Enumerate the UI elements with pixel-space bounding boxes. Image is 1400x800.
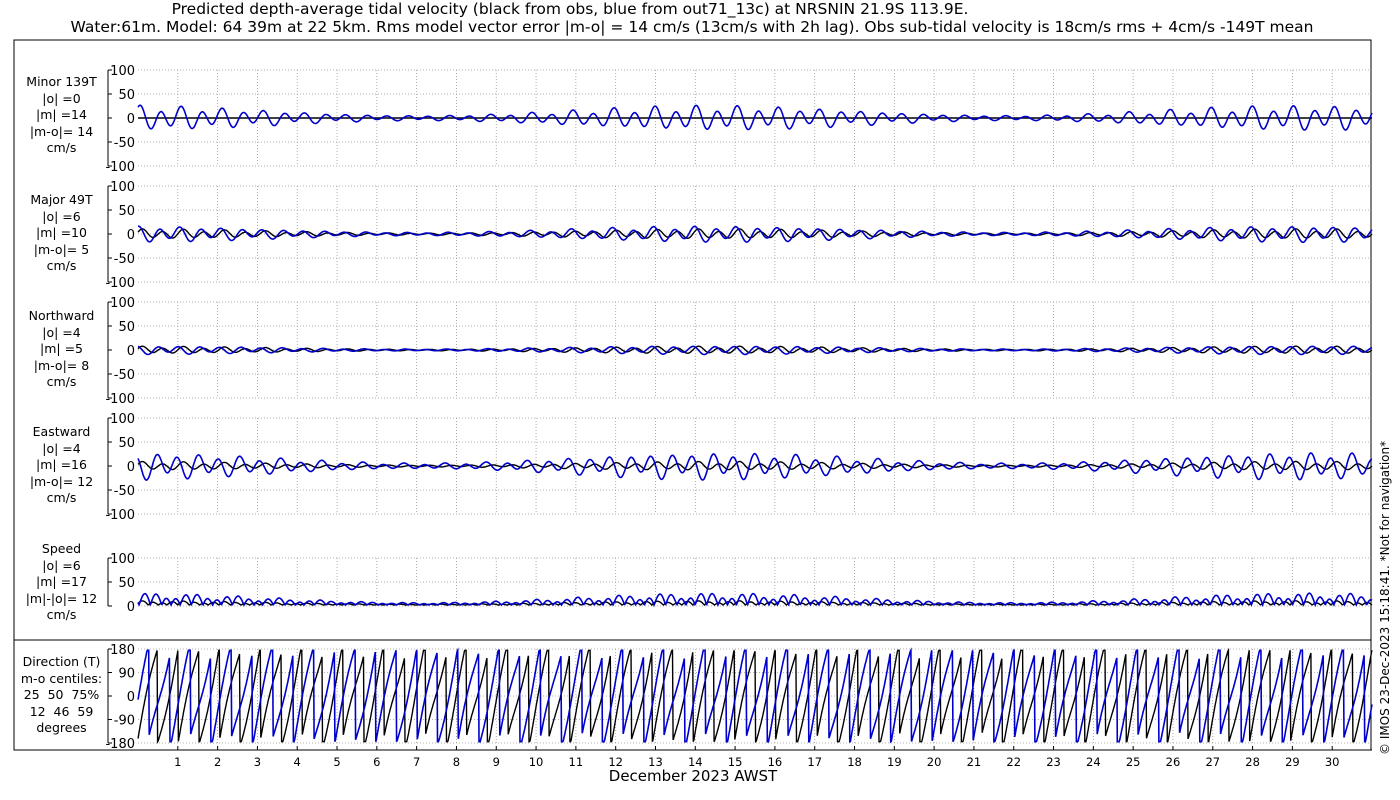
y-tick-label: 50: [118, 88, 135, 103]
y-tick-label: 0: [127, 344, 135, 359]
y-tick-label: 100: [110, 412, 135, 427]
direction-obs-series: [137, 647, 1373, 744]
y-tick-label: -50: [114, 484, 135, 499]
y-tick-label: 50: [118, 436, 135, 451]
credit-text: © IMOS 23-Dec-2023 15:18:41. *Not for na…: [1378, 440, 1392, 755]
speed-model-series: [137, 592, 1373, 608]
panel-northward: 100 50 0 -50 -100: [105, 296, 1373, 407]
y-tick-label: -100: [105, 392, 135, 407]
y-tick-label: 50: [118, 204, 135, 219]
direction-panel-label: Direction (T) m-o centiles: 25 50 75% 12…: [20, 654, 103, 735]
eastward-obs-series: [137, 460, 1373, 471]
y-tick-label: 180: [110, 643, 135, 658]
y-tick-label: -90: [114, 714, 135, 729]
panel-speed: 100 50 0: [107, 552, 1373, 615]
y-tick-label: -50: [114, 252, 135, 267]
eastward-panel-label: Eastward |o| =4 |m| =16 |m-o|= 12 cm/s: [29, 424, 94, 505]
y-tick-label: 0: [127, 228, 135, 243]
y-tick-label: -50: [114, 368, 135, 383]
y-tick-label: 0: [127, 690, 135, 705]
y-tick-label: 100: [110, 64, 135, 79]
chart-title: Predicted depth-average tidal velocity (…: [171, 0, 969, 18]
chart-subtitle: Water:61m. Model: 64 39m at 22 5km. Rms …: [70, 18, 1314, 36]
y-tick-label: 50: [118, 320, 135, 335]
y-tick-label: 100: [110, 552, 135, 567]
y-tick-label: 0: [127, 460, 135, 475]
y-tick-label: 0: [127, 600, 135, 615]
y-tick-label: 100: [110, 180, 135, 195]
northward-panel-label: Northward |o| =4 |m| =5 |m-o|= 8 cm/s: [28, 308, 95, 389]
chart-figure: 100500-50-100100500-50-100100500-50-1001…: [13, 39, 1373, 769]
y-tick-label: -100: [105, 160, 135, 175]
y-tick-label: -180: [105, 737, 135, 752]
minor-panel-label: Minor 139T |o| =0 |m| =14 |m-o|= 14 cm/s: [26, 74, 97, 155]
major-panel-label: Major 49T |o| =6 |m| =10 |m-o|= 5 cm/s: [30, 192, 93, 273]
panel-direction: 180 90 0 -90 -180: [105, 643, 1373, 752]
y-tick-label: -100: [105, 276, 135, 291]
x-axis-label: December 2023 AWST: [608, 767, 778, 785]
y-tick-label: 100: [110, 296, 135, 311]
y-tick-label: 0: [127, 112, 135, 127]
panel-major: 100 50 0 -50 -100: [105, 180, 1373, 291]
y-tick-label: -50: [114, 136, 135, 151]
y-tick-label: 90: [118, 667, 135, 682]
y-tick-label: -100: [105, 508, 135, 523]
panel-minor: 100 50 0 -50 -100: [105, 64, 1373, 175]
panel-eastward: 100 50 0 -50 -100: [105, 412, 1373, 523]
speed-panel-label: Speed |o| =6 |m| =17 |m|-|o|= 12 cm/s: [25, 541, 98, 622]
y-tick-label: 50: [118, 576, 135, 591]
